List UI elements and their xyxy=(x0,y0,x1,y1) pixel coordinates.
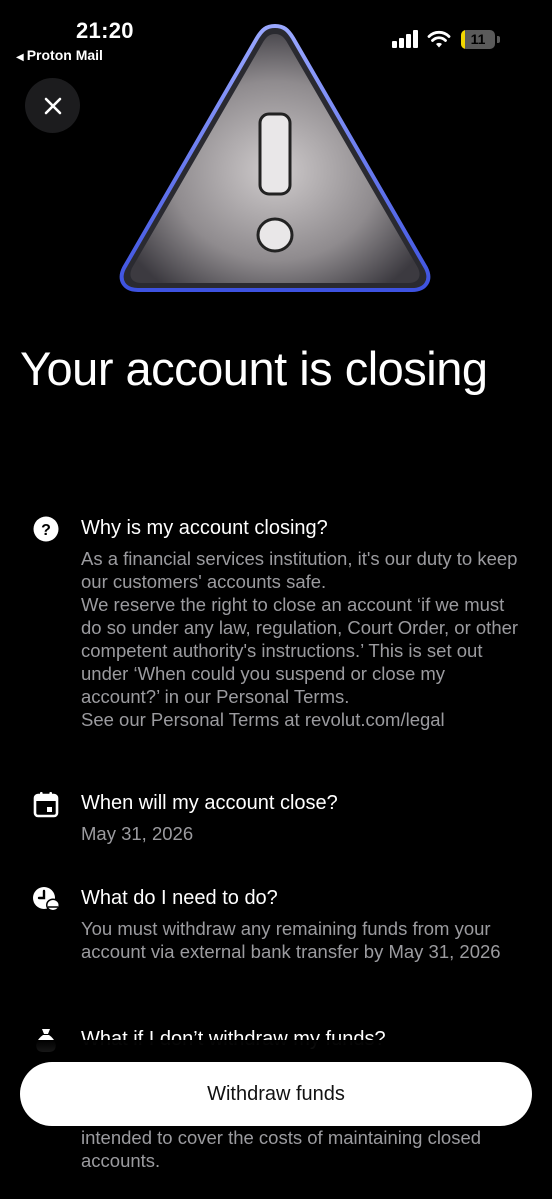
section-body: May 31, 2026 xyxy=(81,823,194,844)
section-body: You must withdraw any remaining funds fr… xyxy=(81,918,501,962)
section-body: As a financial services institution, it'… xyxy=(81,548,519,730)
battery-icon: 11 xyxy=(461,30,495,49)
warning-triangle-icon xyxy=(119,23,431,292)
clock-coins-icon xyxy=(33,887,60,912)
battery-percentage: 11 xyxy=(470,31,486,47)
back-to-app-link[interactable]: ◀ Proton Mail xyxy=(16,47,103,63)
close-icon xyxy=(44,97,61,114)
back-arrow-icon: ◀ xyxy=(16,52,24,63)
page-title: Your account is closing xyxy=(20,342,488,395)
section-body-continued: intended to cover the costs of maintaini… xyxy=(81,1127,482,1171)
question-circle-icon: ? xyxy=(33,516,59,542)
svg-text:?: ? xyxy=(41,522,51,539)
battery-cap xyxy=(497,36,500,43)
withdraw-funds-button[interactable]: Withdraw funds xyxy=(20,1062,532,1126)
section-heading: Why is my account closing? xyxy=(81,517,328,539)
section-heading: What do I need to do? xyxy=(81,887,278,909)
back-app-label: Proton Mail xyxy=(26,47,103,63)
calendar-icon xyxy=(33,792,59,818)
close-button[interactable] xyxy=(25,78,80,133)
section-heading: When will my account close? xyxy=(81,792,338,814)
